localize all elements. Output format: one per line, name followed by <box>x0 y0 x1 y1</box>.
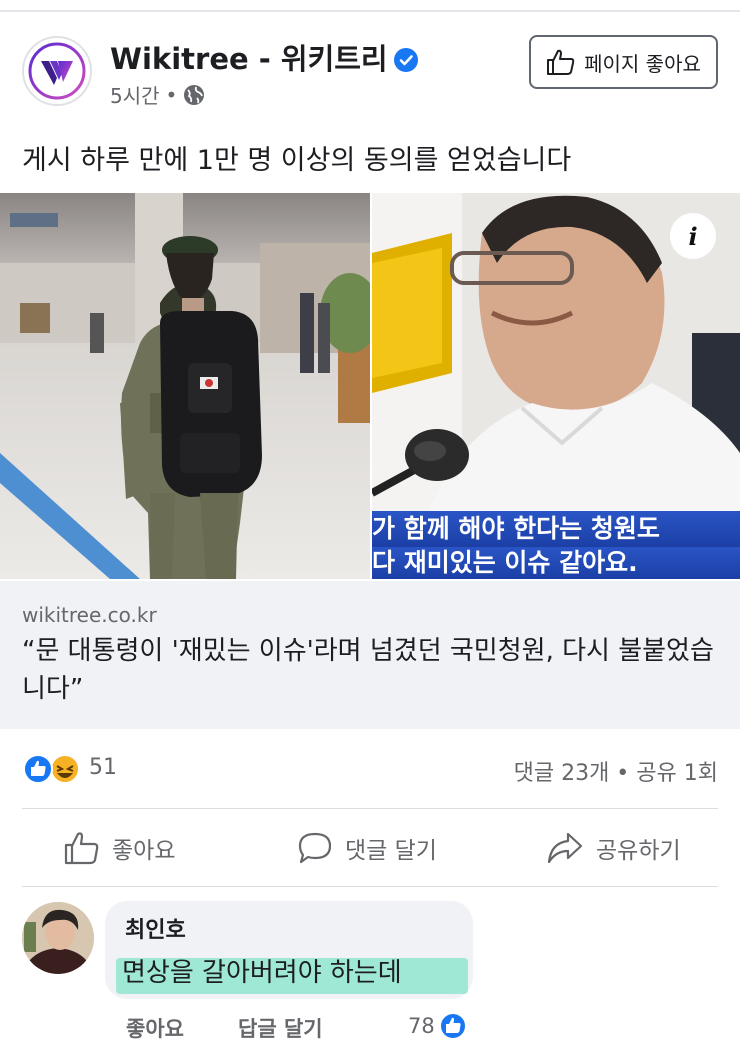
commenter-name[interactable]: 최인호 <box>125 912 186 944</box>
comment-reply-button[interactable]: 답글 달기 <box>238 1013 323 1043</box>
like-page-button[interactable]: 페이지 좋아요 <box>529 35 718 89</box>
reaction-count[interactable]: 51 <box>89 755 117 780</box>
comment-like-button[interactable]: 좋아요 <box>126 1013 184 1043</box>
comment-text: 면상을 갈아버려야 하는데 <box>122 958 402 988</box>
comment-like-count[interactable]: 78 <box>408 1012 467 1040</box>
like-reaction-icon <box>438 1012 467 1040</box>
comment-label: 댓글 달기 <box>345 838 437 864</box>
page-name-text[interactable]: Wikitree - 위키트리 <box>110 42 388 76</box>
comment-button[interactable]: 댓글 달기 <box>297 826 437 870</box>
comment-share-stats[interactable]: 댓글 23개 • 공유 1회 <box>514 755 718 787</box>
share-icon <box>547 832 583 864</box>
wikitree-logo <box>28 42 86 100</box>
divider-top <box>22 808 718 809</box>
thumbs-up-icon <box>547 49 575 75</box>
link-domain[interactable]: wikitree.co.kr <box>22 603 157 627</box>
page-avatar[interactable] <box>22 36 92 106</box>
post-caption: 게시 하루 만에 1만 명 이상의 동의를 얻었습니다 <box>22 145 572 176</box>
info-icon[interactable]: i <box>670 213 716 259</box>
page-name[interactable]: Wikitree - 위키트리 <box>110 36 418 78</box>
reaction-icons[interactable] <box>22 753 82 785</box>
meta-separator: • <box>165 82 178 107</box>
subtitle-line-2: 다 재미있는 이슈 같아요. <box>372 547 740 579</box>
haha-reaction-icon <box>50 754 80 784</box>
post-meta: 5시간 • <box>110 80 205 109</box>
globe-icon <box>184 84 205 105</box>
comment-like-count-text: 78 <box>408 1014 435 1038</box>
thumbs-up-icon <box>64 832 99 865</box>
share-label: 공유하기 <box>596 838 681 864</box>
like-page-label: 페이지 좋아요 <box>584 51 701 76</box>
post-time[interactable]: 5시간 <box>110 80 160 109</box>
share-button[interactable]: 공유하기 <box>546 826 681 870</box>
divider-bottom <box>22 886 718 887</box>
comment-icon <box>298 832 332 864</box>
top-divider <box>0 10 740 12</box>
commenter-avatar[interactable] <box>22 902 94 974</box>
like-reaction-icon <box>23 754 53 784</box>
like-label: 좋아요 <box>112 838 176 864</box>
verified-badge-icon <box>393 48 418 72</box>
post-image-president[interactable]: i 가 함께 해야 한다는 청원도 다 재미있는 이슈 같아요. <box>372 193 740 579</box>
post-image-soldier[interactable] <box>0 193 370 579</box>
link-title[interactable]: “문 대통령이 '재밌는 이슈'라며 넘겼던 국민청원, 다시 불붙었습니다” <box>22 632 722 708</box>
like-button[interactable]: 좋아요 <box>64 826 175 870</box>
subtitle-line-1: 가 함께 해야 한다는 청원도 <box>372 511 740 547</box>
soldier-photo <box>0 193 370 579</box>
